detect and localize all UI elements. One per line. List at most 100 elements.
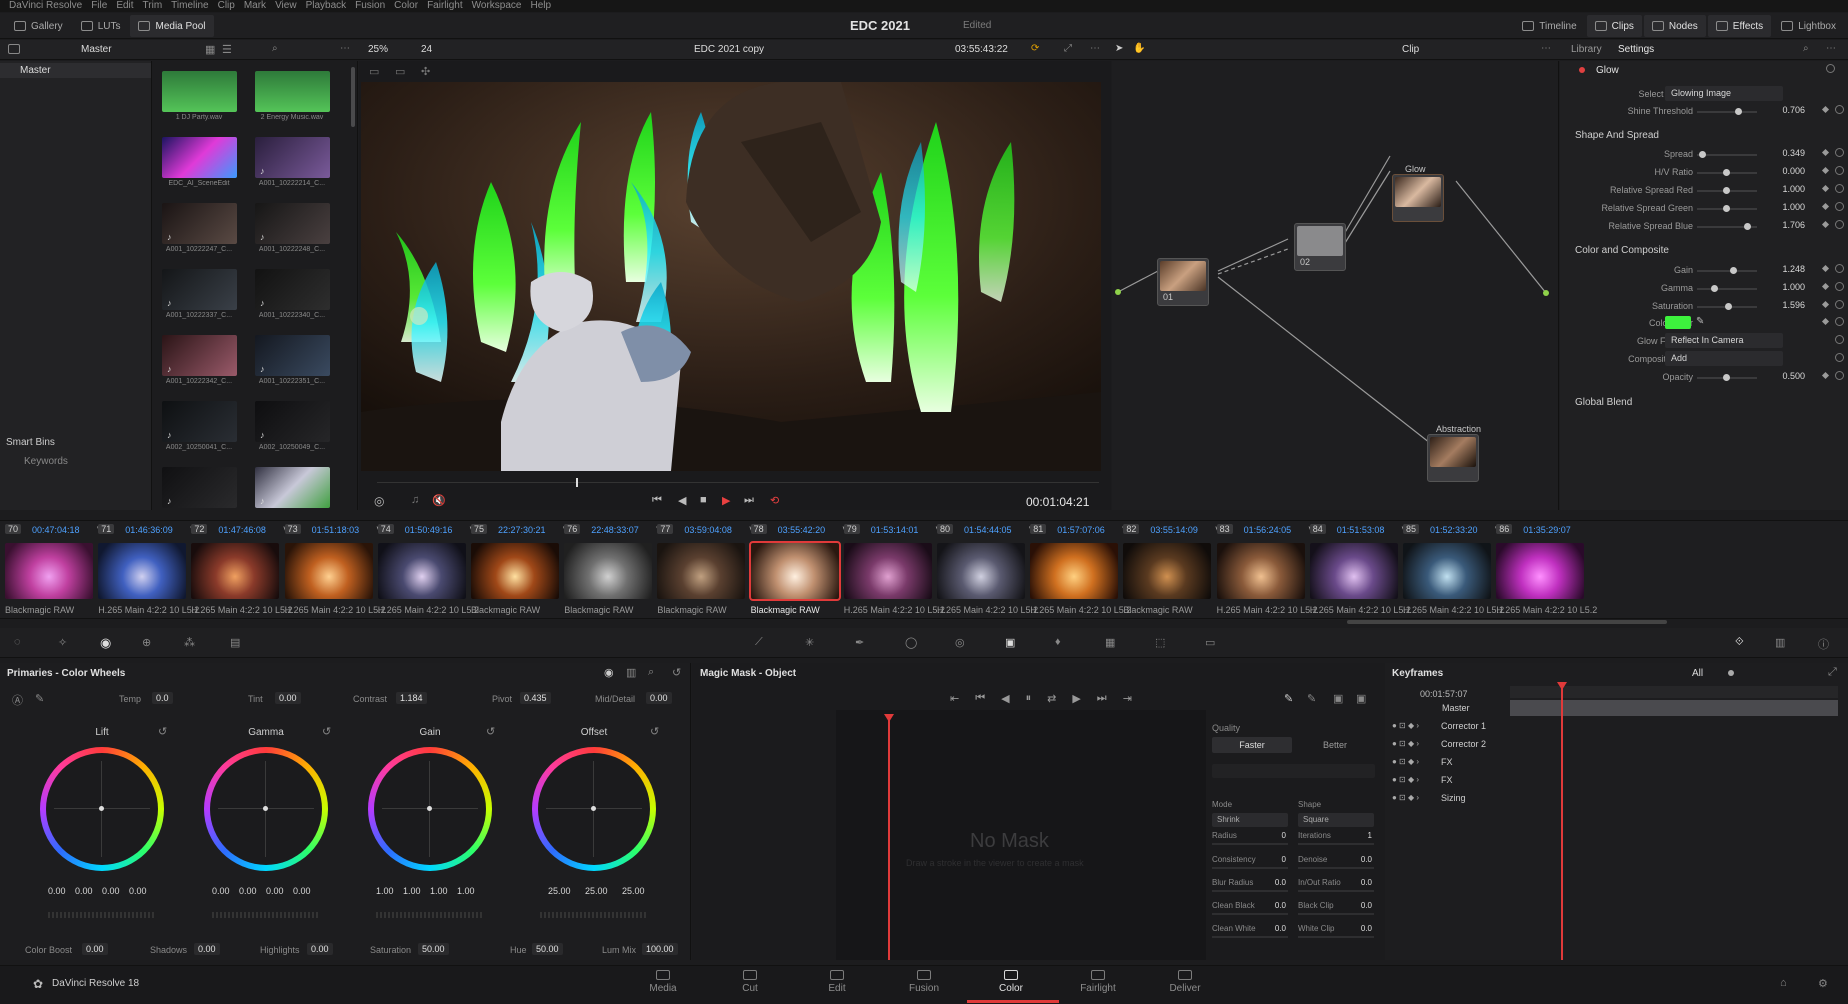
menu-item-file[interactable]: File bbox=[91, 0, 107, 12]
color-filter-swatch[interactable] bbox=[1665, 316, 1691, 329]
tab-settings[interactable]: Settings bbox=[1618, 44, 1654, 55]
wheel-puck[interactable] bbox=[591, 806, 596, 811]
setting-slider-knob[interactable] bbox=[1730, 267, 1738, 274]
menu-item-color[interactable]: Color bbox=[394, 0, 418, 12]
tab-library[interactable]: Library bbox=[1571, 44, 1602, 55]
clip-thumbnail[interactable] bbox=[1123, 543, 1212, 599]
wheel-value-field[interactable]: 25.00 bbox=[622, 886, 645, 896]
keyframe-track-label[interactable]: Corrector 1 bbox=[1441, 721, 1486, 731]
viewer-scrubber-track[interactable] bbox=[377, 482, 1099, 483]
clip-thumbnail[interactable] bbox=[937, 543, 1025, 599]
setting-value-field[interactable]: 1.706 bbox=[1745, 220, 1805, 230]
mask-param-slider[interactable] bbox=[1212, 913, 1288, 915]
wheel-puck[interactable] bbox=[263, 806, 268, 811]
picker-icon[interactable]: ✎ bbox=[35, 692, 44, 705]
mask-subtract-icon[interactable]: ✎ bbox=[1307, 692, 1316, 705]
camera-raw-icon[interactable]: ◌ bbox=[14, 636, 21, 648]
page-tab-fusion[interactable]: Fusion bbox=[894, 970, 954, 994]
color-warper-icon[interactable]: ✳ bbox=[805, 636, 814, 649]
bars-mode-icon[interactable]: ▥ bbox=[626, 666, 636, 679]
reset-icon[interactable] bbox=[1835, 220, 1844, 229]
mask-param-slider[interactable] bbox=[1212, 843, 1288, 845]
keyframe-icon[interactable] bbox=[1821, 220, 1830, 229]
reset-icon[interactable] bbox=[1835, 282, 1844, 291]
log-mode-icon[interactable]: ⌕ bbox=[648, 666, 654, 679]
page-tab-color[interactable]: Color bbox=[981, 970, 1041, 994]
keyframe-track-label[interactable]: Corrector 2 bbox=[1441, 739, 1486, 749]
clip-thumbnail[interactable] bbox=[564, 543, 653, 599]
clip-thumbnail[interactable] bbox=[1216, 543, 1305, 599]
wheel-reset-icon[interactable]: ↺ bbox=[158, 725, 167, 738]
master-wheel-slider[interactable] bbox=[48, 912, 156, 918]
thumbnail-view-icon[interactable]: ▦ bbox=[205, 43, 215, 56]
setting-value-field[interactable]: 1.596 bbox=[1745, 300, 1805, 310]
project-settings-icon[interactable]: ⚙ bbox=[1818, 977, 1828, 990]
magic-mask-icon[interactable]: ▣ bbox=[1005, 636, 1015, 649]
color-filter-keyframe-icon[interactable] bbox=[1821, 317, 1830, 326]
composite-type-reset-icon[interactable] bbox=[1835, 353, 1844, 362]
fullscreen-icon[interactable]: ⤢ bbox=[1064, 43, 1072, 54]
setting-value-field[interactable]: 1.000 bbox=[1745, 184, 1805, 194]
color-boost-field[interactable]: 0.00 bbox=[82, 943, 108, 955]
keyframes-master-bar[interactable] bbox=[1510, 700, 1838, 716]
mask-param-value[interactable]: 0.0 bbox=[1260, 878, 1286, 887]
setting-value-field[interactable]: 1.000 bbox=[1745, 282, 1805, 292]
saturation-field[interactable]: 50.00 bbox=[418, 943, 449, 955]
pointer-icon[interactable]: ➤ bbox=[1115, 43, 1123, 54]
menu-item-view[interactable]: View bbox=[275, 0, 297, 12]
keyframe-icon[interactable] bbox=[1821, 166, 1830, 175]
keyframes-filter-select[interactable]: All bbox=[1692, 668, 1703, 679]
menu-item-fairlight[interactable]: Fairlight bbox=[427, 0, 463, 12]
menu-item-edit[interactable]: Edit bbox=[116, 0, 133, 12]
search-icon[interactable]: ⌕ bbox=[272, 43, 278, 54]
refine-range-field[interactable] bbox=[1212, 764, 1375, 778]
master-wheel-slider[interactable] bbox=[376, 912, 484, 918]
clips-button[interactable]: Clips bbox=[1586, 15, 1642, 37]
smart-bins-heading[interactable]: Smart Bins bbox=[6, 437, 55, 448]
wheel-puck[interactable] bbox=[427, 806, 432, 811]
reset-icon[interactable] bbox=[1835, 264, 1844, 273]
reset-icon[interactable] bbox=[1835, 105, 1844, 114]
mask-param-slider[interactable] bbox=[1298, 843, 1374, 845]
wheel-value-field[interactable]: 25.00 bbox=[548, 886, 571, 896]
reset-icon[interactable] bbox=[1835, 371, 1844, 380]
mask-param-slider[interactable] bbox=[1298, 936, 1374, 938]
reset-icon[interactable] bbox=[1835, 202, 1844, 211]
wheel-value-field[interactable]: 0.00 bbox=[129, 886, 147, 896]
master-wheel-slider[interactable] bbox=[540, 912, 648, 918]
mask-param-value[interactable]: 0.0 bbox=[1346, 878, 1372, 887]
keyframe-track-label[interactable]: Sizing bbox=[1441, 793, 1466, 803]
media-pool-thumbnail[interactable] bbox=[255, 71, 330, 112]
section-global-blend[interactable]: Global Blend bbox=[1575, 397, 1632, 408]
clip-thumbnail[interactable] bbox=[1309, 543, 1398, 599]
info-icon[interactable]: ⓘ bbox=[1818, 636, 1829, 652]
curves-icon[interactable]: ⟋ bbox=[755, 636, 763, 649]
setting-value-field[interactable]: 0.000 bbox=[1745, 166, 1805, 176]
mask-param-value[interactable]: 0.0 bbox=[1260, 901, 1286, 910]
wheel-value-field[interactable]: 1.00 bbox=[457, 886, 475, 896]
node-options-icon[interactable]: ⋯ bbox=[1541, 43, 1551, 54]
keyframes-panel-icon[interactable]: ⟐ bbox=[1735, 636, 1744, 649]
clip-thumbnail[interactable] bbox=[1030, 543, 1119, 599]
menu-item-help[interactable]: Help bbox=[530, 0, 551, 12]
track-bidirectional-icon[interactable]: ⇄ bbox=[1047, 692, 1056, 705]
quality-better-button[interactable]: Better bbox=[1295, 737, 1375, 753]
clip-thumbnail[interactable] bbox=[843, 543, 932, 599]
hdr-icon[interactable]: ⊕ bbox=[142, 636, 151, 649]
mask-param-slider[interactable] bbox=[1212, 936, 1288, 938]
setting-slider-knob[interactable] bbox=[1699, 151, 1706, 158]
clip-thumbnail[interactable] bbox=[1403, 543, 1491, 599]
media-pool-thumbnail[interactable]: ♪ bbox=[255, 467, 330, 508]
keyframe-track-controls[interactable]: ● ⊡ ◆ › bbox=[1392, 721, 1419, 730]
clip-thumbnail[interactable] bbox=[377, 543, 466, 599]
setting-slider-knob[interactable] bbox=[1723, 205, 1730, 212]
track-end-icon[interactable]: ⇥ bbox=[1123, 692, 1132, 705]
media-pool-thumbnail[interactable]: ♪ bbox=[255, 335, 330, 376]
keyframe-track-label[interactable]: FX bbox=[1441, 775, 1453, 785]
glow-node[interactable] bbox=[1392, 174, 1444, 222]
hue-field[interactable]: 50.00 bbox=[532, 943, 563, 955]
clip-thumbnail[interactable] bbox=[1496, 543, 1585, 599]
wheel-value-field[interactable]: 0.00 bbox=[212, 886, 230, 896]
clip-thumbnail[interactable] bbox=[191, 543, 280, 599]
bin-master[interactable]: Master bbox=[20, 65, 51, 76]
